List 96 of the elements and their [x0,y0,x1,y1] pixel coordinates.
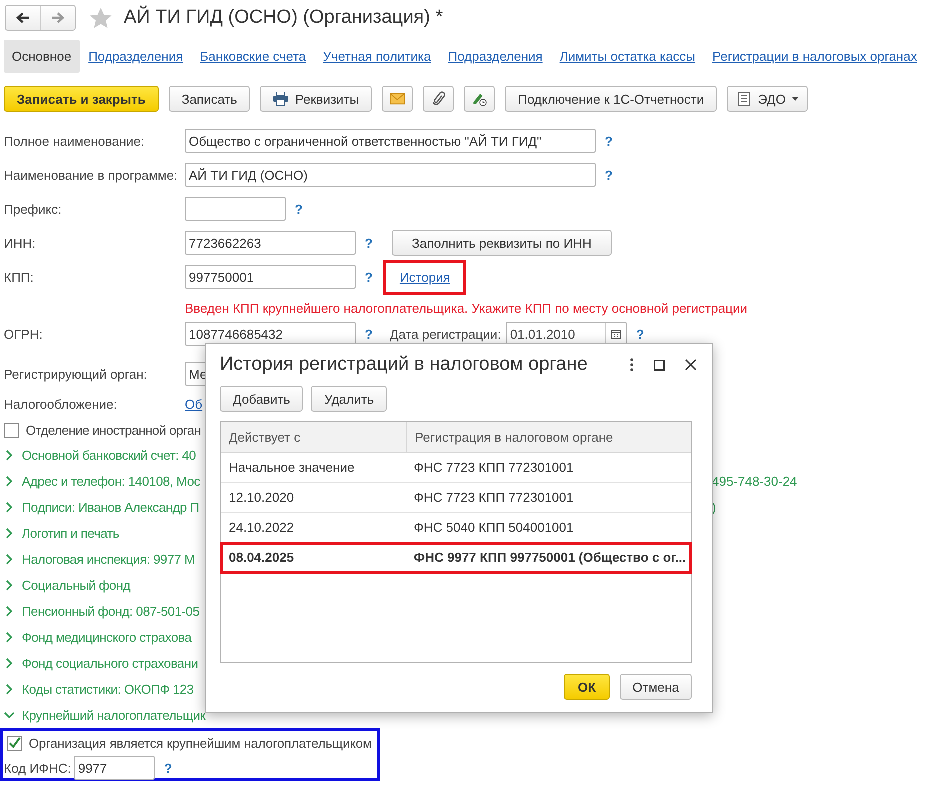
input-field[interactable] [185,197,286,221]
print-button[interactable]: Реквизиты [260,86,372,112]
warning-message: Введен КПП крупнейшего налогоплательщика. Укажите КПП по месту основной регистрации [185,300,748,316]
table-row[interactable]: 24.10.2022 ФНС 5040 КПП 504001001 [221,513,691,543]
field-label: Полное наименование: [4,134,146,148]
section-toggle[interactable]: Крупнейший налогоплательщик [4,708,206,722]
checkbox[interactable] [7,736,22,750]
maximize-icon[interactable] [654,360,665,370]
tab[interactable]: Лимиты остатка кассы [560,48,696,64]
section-toggle[interactable]: Адрес и телефон: 140108, Мос [4,474,205,488]
section-toggle[interactable]: Налоговая инспекция: 9977 М [4,552,205,566]
chevron-down-icon [4,712,15,718]
section-toggle[interactable]: Пенсионный фонд: 087-501-05 [4,604,205,618]
printer-icon [273,92,290,106]
toolbar-button[interactable]: Записать [168,86,250,112]
email-button[interactable] [382,86,414,112]
tab[interactable]: Учетная политика [323,48,432,64]
calendar-icon [611,329,622,339]
field-label: КПП: [4,270,35,284]
section-toggle[interactable]: Основной банковский счет: 40 [4,448,205,462]
input-field[interactable]: 7723662263 [185,231,356,255]
tab[interactable]: Банковские счета [200,48,306,64]
input-field[interactable]: АЙ ТИ ГИД (ОСНО) [185,163,596,187]
help-mark[interactable]: ? [295,202,303,216]
help-mark[interactable]: ? [605,134,613,148]
input-field[interactable]: Общество с ограниченной ответственностью "АЙ ТИ ГИД" [185,129,596,153]
chevron-right-icon [6,684,13,694]
table-row[interactable]: 12.10.2020 ФНС 7723 КПП 772301001 [221,483,691,513]
caret-icon [792,97,799,101]
table-row[interactable]: Начальное значение ФНС 7723 КПП 772301001 [221,453,691,483]
chevron-right-icon [6,528,13,538]
add-button[interactable]: Добавить [220,386,304,412]
tab[interactable]: Регистрации в налоговых органах [712,48,918,64]
field-label: Дата регистрации: [390,326,502,342]
edo-menu-button[interactable]: ЭДО [727,86,808,112]
forward-arrow-icon [51,12,65,24]
chevron-right-icon [6,580,13,590]
tab[interactable]: Подразделения [88,48,184,64]
section-toggle[interactable]: Коды статистики: ОКОПФ 123 [4,682,205,696]
more-icon[interactable] [630,358,634,372]
document-list-icon [736,91,752,107]
cancel-button[interactable]: Отмена [620,674,692,700]
help-mark[interactable]: ? [164,760,172,776]
input-field[interactable]: 9977 [74,756,156,780]
field-label: Налогообложение: [4,396,118,412]
close-icon[interactable] [685,359,697,371]
save-and-close-button[interactable]: Записать и закрыть [4,86,159,112]
help-mark[interactable]: ? [365,326,373,342]
field-label: Префикс: [4,202,63,216]
chevron-right-icon [6,450,13,460]
star-icon[interactable] [90,8,112,28]
help-mark[interactable]: ? [605,168,613,182]
table-row[interactable]: 08.04.2025 ФНС 9977 КПП 997750001 (Общество с ог... [221,543,691,573]
section-value: 495-748-30-24 [712,474,798,488]
field-label: Наименование в программе: [4,168,179,182]
section-toggle[interactable]: Фонд социального страховани [4,656,205,670]
chevron-right-icon [6,632,13,642]
input-field[interactable]: 997750001 [185,265,356,289]
column-header[interactable]: Действует с [221,422,406,452]
checkbox[interactable] [4,422,19,438]
back-arrow-icon [16,12,30,24]
tab[interactable]: Подразделения [448,48,543,64]
toolbar-button[interactable]: Подключение к 1С-Отчетности [505,86,718,112]
field-label: ИНН: [4,236,37,250]
date-value: 01.01.2010 [509,326,576,344]
sign-button[interactable] [464,86,496,112]
chevron-right-icon [6,554,13,564]
section-toggle[interactable]: Логотип и печать [4,526,205,540]
chevron-right-icon [6,502,13,512]
section-toggle[interactable]: Подписи: Иванов Александр П [4,500,205,514]
field-label: Регистрирующий орган: [4,366,148,382]
help-mark[interactable]: ? [365,270,373,284]
section-toggle[interactable]: Социальный фонд [4,578,205,592]
dialog-title: История регистраций в налоговом органе [220,354,589,376]
envelope-icon [390,93,406,105]
chevron-right-icon [6,658,13,668]
delete-button[interactable]: Удалить [311,386,388,412]
history-link[interactable]: История [386,262,464,292]
fill-by-inn-button[interactable]: Заполнить реквизиты по ИНН [392,230,612,256]
paperclip-icon [432,91,445,107]
navigation-buttons[interactable] [5,5,76,31]
chevron-right-icon [6,476,13,486]
tab[interactable]: Основное [4,40,80,72]
help-mark[interactable]: ? [636,326,644,342]
attach-button[interactable] [423,86,454,112]
field-label: Код ИФНС: [4,760,72,776]
section-toggle[interactable]: Фонд медицинского страхова [4,630,205,644]
column-header[interactable]: Регистрация в налоговом органе [406,422,691,452]
checkbox-label: Организация является крупнейшим налогоплательщиком [29,736,372,750]
checkbox-label: Отделение иностранной орган [26,422,202,438]
chevron-right-icon [6,606,13,616]
window-title: АЙ ТИ ГИД (ОСНО) (Организация) * [124,7,444,29]
field-label: ОГРН: [4,326,44,342]
taxation-link[interactable]: Об [185,396,203,412]
help-mark[interactable]: ? [365,236,373,250]
ok-button[interactable]: ОК [564,674,610,700]
